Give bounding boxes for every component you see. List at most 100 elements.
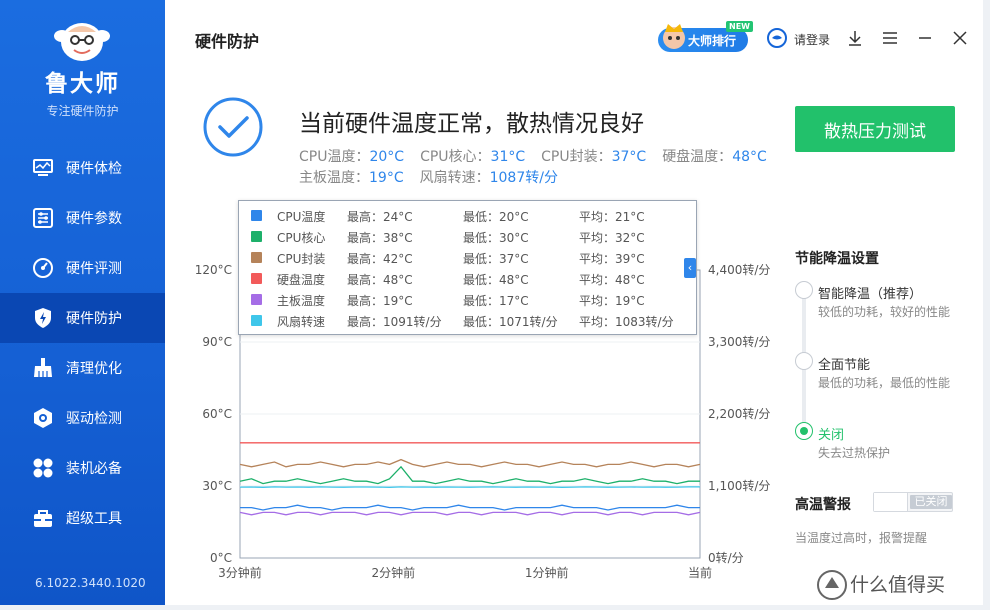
legend-max: 最高：38°C bbox=[347, 231, 413, 245]
legend-swatch bbox=[251, 210, 262, 221]
radio-full-saving[interactable] bbox=[795, 352, 813, 370]
legend-min: 最低：20°C bbox=[463, 210, 529, 224]
page-title: 硬件防护 bbox=[195, 32, 260, 51]
main-panel: 硬件防护 大师排行 NEW 请登录 当前硬件温度正常，散热情况良好 CPU温度：… bbox=[165, 0, 983, 605]
y-left-tick-label: 60°C bbox=[202, 407, 232, 421]
legend-avg: 平均：19°C bbox=[579, 294, 645, 308]
sidebar-item-label: 清理优化 bbox=[66, 361, 122, 377]
menu-icon[interactable] bbox=[880, 28, 900, 48]
user-avatar-icon[interactable] bbox=[767, 28, 787, 48]
legend-series-name: CPU温度 bbox=[277, 210, 326, 224]
toggle-state-label: 已关闭 bbox=[910, 495, 952, 509]
watermark-text: 什么值得买 bbox=[850, 574, 946, 596]
sidebar-item-hardware-checkup[interactable]: 硬件体检 bbox=[0, 143, 165, 193]
ranking-label: 大师排行 bbox=[688, 33, 737, 48]
cpu-core-value: 31°C bbox=[490, 149, 526, 165]
minimize-icon[interactable] bbox=[915, 28, 935, 48]
option-full-saving-label[interactable]: 全面节能 bbox=[818, 354, 870, 373]
disk-temp-value: 48°C bbox=[732, 149, 767, 165]
sidebar-item-super-tools[interactable]: 超级工具 bbox=[0, 493, 165, 543]
sliders-icon bbox=[33, 208, 53, 228]
legend-avg: 平均：21°C bbox=[579, 210, 645, 224]
cpu-temp-value: 20°C bbox=[369, 149, 405, 165]
legend-row: CPU核心 最高：38°C 最低：30°C 平均：32°C bbox=[239, 226, 698, 247]
legend-row: CPU温度 最高：24°C 最低：20°C 平均：21°C bbox=[239, 205, 698, 226]
y-right-tick-label: 4,400转/分 bbox=[708, 262, 770, 277]
version-label: 6.1022.3440.1020 bbox=[35, 576, 146, 590]
master-lu-logo-icon bbox=[54, 23, 110, 61]
high-temp-alarm-toggle[interactable]: 已关闭 bbox=[873, 492, 953, 512]
shield-bolt-icon bbox=[35, 308, 51, 328]
legend-min: 最低：30°C bbox=[463, 231, 529, 245]
status-title: 当前硬件温度正常，散热情况良好 bbox=[299, 111, 644, 137]
legend-avg: 平均：32°C bbox=[579, 231, 645, 245]
temperature-readings-line-1: CPU温度：20°C CPU核心：31°C CPU封装：37°C 硬盘温度：48°C bbox=[299, 146, 783, 166]
sidebar-item-label: 驱动检测 bbox=[66, 411, 122, 427]
download-icon[interactable] bbox=[845, 28, 865, 48]
legend-row: 硬盘温度 最高：48°C 最低：48°C 平均：48°C bbox=[239, 268, 698, 289]
legend-avg: 平均：1083转/分 bbox=[579, 315, 674, 329]
cpu-package-value: 37°C bbox=[611, 149, 647, 165]
legend-swatch bbox=[251, 315, 262, 326]
x-tick-label: 当前 bbox=[688, 565, 712, 580]
toolbox-icon bbox=[34, 510, 52, 527]
high-temp-alarm-title: 高温警报 bbox=[795, 497, 851, 513]
legend-collapse-button[interactable]: ‹ bbox=[684, 258, 696, 278]
legend-swatch bbox=[251, 294, 262, 305]
eco-cooling-settings-title: 节能降温设置 bbox=[795, 251, 879, 267]
sidebar-item-label: 硬件防护 bbox=[66, 311, 122, 327]
app-name: 鲁大师 bbox=[45, 71, 120, 97]
x-tick-label: 1分钟前 bbox=[525, 565, 569, 580]
app-window: 鲁大师 专注硬件防护 硬件体检 硬件参数 硬件评测 硬件防护 清理优化 驱动检测 bbox=[0, 0, 990, 610]
close-icon[interactable] bbox=[950, 28, 970, 48]
option-smart-cooling-desc: 较低的功耗，较好的性能 bbox=[818, 305, 951, 319]
fan-speed-label: 风扇转速： bbox=[419, 170, 490, 186]
apps-grid-icon bbox=[33, 458, 53, 478]
gear-shield-icon bbox=[34, 408, 52, 428]
broom-icon bbox=[34, 358, 52, 377]
y-right-tick-label: 1,100转/分 bbox=[708, 478, 770, 493]
legend-max: 最高：1091转/分 bbox=[347, 315, 442, 329]
legend-series-name: 主板温度 bbox=[277, 294, 326, 308]
board-temp-label: 主板温度： bbox=[299, 170, 369, 186]
option-full-saving-desc: 最低的功耗，最低的性能 bbox=[818, 376, 951, 390]
legend-max: 最高：42°C bbox=[347, 252, 413, 266]
legend-series-name: CPU封装 bbox=[277, 252, 326, 266]
y-left-tick-label: 120°C bbox=[195, 263, 232, 277]
legend-swatch bbox=[251, 273, 262, 284]
y-left-tick-label: 90°C bbox=[202, 335, 232, 349]
legend-row: 风扇转速 最高：1091转/分 最低：1071转/分 平均：1083转/分 bbox=[239, 310, 698, 331]
sidebar-item-cleanup[interactable]: 清理优化 bbox=[0, 343, 165, 393]
sidebar-item-label: 硬件体检 bbox=[66, 161, 122, 177]
legend-series-name: CPU核心 bbox=[277, 231, 326, 245]
radio-off[interactable] bbox=[795, 422, 813, 440]
new-badge: NEW bbox=[726, 21, 753, 32]
monitor-icon bbox=[33, 159, 53, 176]
sidebar-item-driver-check[interactable]: 驱动检测 bbox=[0, 393, 165, 443]
sidebar-item-hardware-benchmark[interactable]: 硬件评测 bbox=[0, 243, 165, 293]
sidebar-item-essentials[interactable]: 装机必备 bbox=[0, 443, 165, 493]
legend-min: 最低：48°C bbox=[463, 273, 529, 287]
radio-smart-cooling[interactable] bbox=[795, 281, 813, 299]
sidebar-item-hardware-protection[interactable]: 硬件防护 bbox=[0, 293, 165, 343]
option-off-label[interactable]: 关闭 bbox=[818, 424, 844, 443]
cpu-package-label: CPU封装： bbox=[541, 149, 612, 165]
option-smart-cooling-label[interactable]: 智能降温（推荐） bbox=[818, 283, 922, 302]
legend-avg: 平均：48°C bbox=[579, 273, 645, 287]
legend-row: 主板温度 最高：19°C 最低：17°C 平均：19°C bbox=[239, 289, 698, 310]
disk-temp-label: 硬盘温度： bbox=[662, 149, 733, 165]
login-link[interactable]: 请登录 bbox=[794, 31, 830, 48]
y-left-tick-label: 30°C bbox=[202, 479, 232, 493]
sidebar-item-label: 硬件评测 bbox=[66, 261, 122, 277]
legend-max: 最高：19°C bbox=[347, 294, 413, 308]
app-slogan: 专注硬件防护 bbox=[46, 104, 119, 118]
cooling-stress-test-button[interactable]: 散热压力测试 bbox=[795, 106, 955, 152]
option-off-desc: 失去过热保护 bbox=[818, 446, 891, 460]
sidebar-item-hardware-params[interactable]: 硬件参数 bbox=[0, 193, 165, 243]
x-tick-label: 3分钟前 bbox=[218, 565, 262, 580]
temperature-readings-line-2: 主板温度：19°C 风扇转速：1087转/分 bbox=[299, 167, 574, 187]
status-ok-check-icon bbox=[203, 97, 263, 157]
high-temp-alarm-desc: 当温度过高时，报警提醒 bbox=[795, 531, 928, 545]
fan-speed-value: 1087转/分 bbox=[489, 170, 558, 186]
sidebar: 鲁大师 专注硬件防护 硬件体检 硬件参数 硬件评测 硬件防护 清理优化 驱动检测 bbox=[0, 0, 165, 605]
